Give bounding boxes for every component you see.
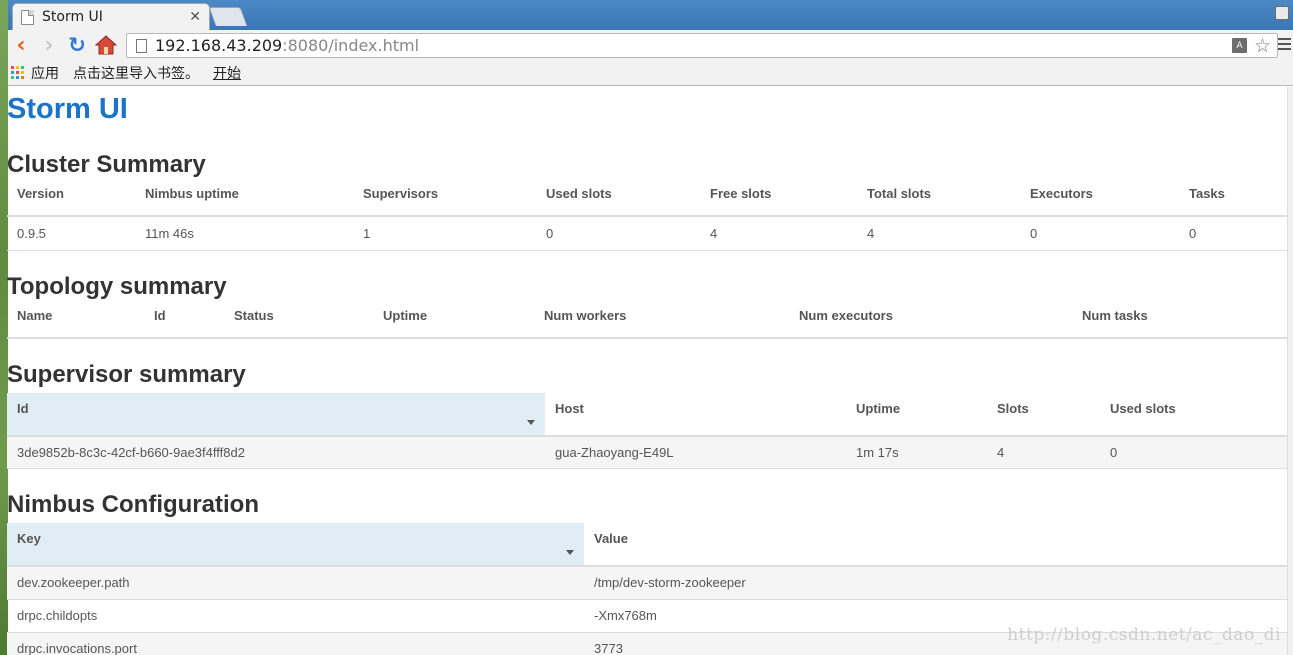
table-cell: 0 bbox=[1179, 216, 1287, 251]
column-header[interactable]: Host bbox=[545, 392, 846, 437]
bookmark-start-link[interactable]: 开始 bbox=[213, 63, 241, 83]
table-cell: 4 bbox=[987, 435, 1100, 469]
home-icon bbox=[95, 35, 117, 55]
column-header[interactable]: Name bbox=[7, 307, 144, 339]
table-row: dev.zookeeper.path /tmp/dev-storm-zookee… bbox=[7, 566, 1287, 600]
table-cell: dev.zookeeper.path bbox=[7, 566, 584, 600]
forward-button[interactable]: › bbox=[38, 32, 60, 58]
sort-descending-icon bbox=[527, 419, 535, 425]
browser-toolbar: ‹ › ↻ 192.168.43.209 :8080/index.html A … bbox=[8, 30, 1293, 60]
table-cell: 0.9.5 bbox=[7, 216, 135, 251]
table-cell: 0 bbox=[536, 216, 700, 251]
browser-tab-strip: Storm UI ✕ bbox=[0, 0, 1293, 30]
blog-watermark: http://blog.csdn.net/ac_dao_di bbox=[1007, 625, 1281, 645]
column-header[interactable]: Status bbox=[224, 307, 373, 339]
cluster-summary-heading: Cluster Summary bbox=[7, 151, 206, 178]
reload-button[interactable]: ↻ bbox=[66, 33, 88, 57]
address-bar[interactable]: 192.168.43.209 :8080/index.html A ☆ bbox=[126, 33, 1278, 58]
bookmarks-bar: 应用 点击这里导入书签。 开始 bbox=[8, 60, 1293, 86]
column-header-sorted[interactable]: Key bbox=[7, 523, 584, 567]
column-header[interactable]: Used slots bbox=[1100, 392, 1287, 437]
browser-menu-icon[interactable] bbox=[1278, 38, 1291, 53]
back-button[interactable]: ‹ bbox=[10, 32, 32, 58]
topology-summary-table: Name Id Status Uptime Num workers Num ex… bbox=[7, 307, 1287, 339]
new-tab-button[interactable] bbox=[208, 7, 248, 26]
column-header-label: Key bbox=[17, 531, 41, 546]
column-header-sorted[interactable]: Id bbox=[7, 392, 545, 437]
bookmark-star-icon[interactable]: ☆ bbox=[1254, 35, 1271, 57]
table-cell: 4 bbox=[857, 216, 1020, 251]
column-header[interactable]: Uptime bbox=[846, 392, 987, 437]
table-cell: gua-Zhaoyang-E49L bbox=[545, 435, 846, 469]
tab-title: Storm UI bbox=[42, 9, 103, 25]
home-button[interactable] bbox=[95, 34, 117, 56]
column-header-label: Id bbox=[17, 400, 29, 416]
back-arrow-icon: ‹ bbox=[16, 32, 26, 58]
column-header[interactable]: Total slots bbox=[857, 186, 1020, 217]
browser-tab-storm-ui[interactable]: Storm UI ✕ bbox=[12, 3, 210, 30]
table-row: 3de9852b-8c3c-42cf-b660-9ae3f4fff8d2 gua… bbox=[7, 435, 1287, 469]
table-cell: 1m 17s bbox=[846, 435, 987, 469]
table-cell: 0 bbox=[1020, 216, 1179, 251]
column-header[interactable]: Num tasks bbox=[1072, 307, 1287, 339]
column-header[interactable]: Supervisors bbox=[353, 186, 536, 217]
column-header[interactable]: Version bbox=[7, 186, 135, 217]
column-header[interactable]: Free slots bbox=[700, 186, 857, 217]
page-info-icon[interactable] bbox=[136, 38, 147, 53]
column-header[interactable]: Tasks bbox=[1179, 186, 1287, 217]
url-host: 192.168.43.209 bbox=[155, 36, 283, 55]
supervisor-summary-table: Id Host Uptime Slots Used slots 3de9852b… bbox=[7, 392, 1287, 469]
topology-summary-heading: Topology summary bbox=[7, 272, 227, 300]
table-cell: 3de9852b-8c3c-42cf-b660-9ae3f4fff8d2 bbox=[7, 435, 545, 469]
translate-icon[interactable]: A bbox=[1232, 38, 1247, 53]
column-header[interactable]: Num executors bbox=[789, 307, 1072, 339]
column-header[interactable]: Nimbus uptime bbox=[135, 186, 353, 217]
window-restore-icon[interactable] bbox=[1275, 6, 1289, 20]
supervisor-summary-heading: Supervisor summary bbox=[7, 360, 246, 388]
table-cell: drpc.invocations.port bbox=[7, 632, 584, 655]
column-header[interactable]: Num workers bbox=[534, 307, 789, 339]
table-cell: 1 bbox=[353, 216, 536, 251]
page-content: Storm UI Cluster Summary Version Nimbus … bbox=[7, 87, 1287, 655]
column-header[interactable]: Uptime bbox=[373, 307, 534, 339]
column-header[interactable]: Slots bbox=[987, 392, 1100, 437]
table-cell: drpc.childopts bbox=[7, 599, 584, 633]
page-favicon-icon bbox=[21, 9, 34, 25]
table-cell: 11m 46s bbox=[135, 216, 353, 251]
cluster-summary-table: Version Nimbus uptime Supervisors Used s… bbox=[7, 186, 1287, 251]
column-header[interactable]: Id bbox=[144, 307, 224, 339]
url-path: :8080/index.html bbox=[282, 36, 420, 55]
column-header[interactable]: Used slots bbox=[536, 186, 700, 217]
apps-grid-icon[interactable] bbox=[11, 66, 24, 79]
nimbus-configuration-heading: Nimbus Configuration bbox=[7, 491, 259, 518]
bookmark-apps-link[interactable]: 应用 bbox=[31, 63, 59, 83]
table-row: 0.9.5 11m 46s 1 0 4 4 0 0 bbox=[7, 216, 1287, 251]
page-title: Storm UI bbox=[7, 93, 128, 125]
column-header[interactable]: Value bbox=[584, 523, 1287, 567]
reload-icon: ↻ bbox=[68, 33, 86, 57]
tab-close-icon[interactable]: ✕ bbox=[189, 9, 201, 25]
bookmark-import-hint: 点击这里导入书签。 bbox=[73, 65, 199, 82]
table-cell: 0 bbox=[1100, 435, 1287, 469]
page-scrollbar[interactable] bbox=[1287, 87, 1293, 655]
table-cell: /tmp/dev-storm-zookeeper bbox=[584, 566, 1287, 600]
sort-descending-icon bbox=[566, 550, 574, 555]
column-header[interactable]: Executors bbox=[1020, 186, 1179, 217]
forward-arrow-icon: › bbox=[44, 32, 54, 58]
table-cell: 4 bbox=[700, 216, 857, 251]
